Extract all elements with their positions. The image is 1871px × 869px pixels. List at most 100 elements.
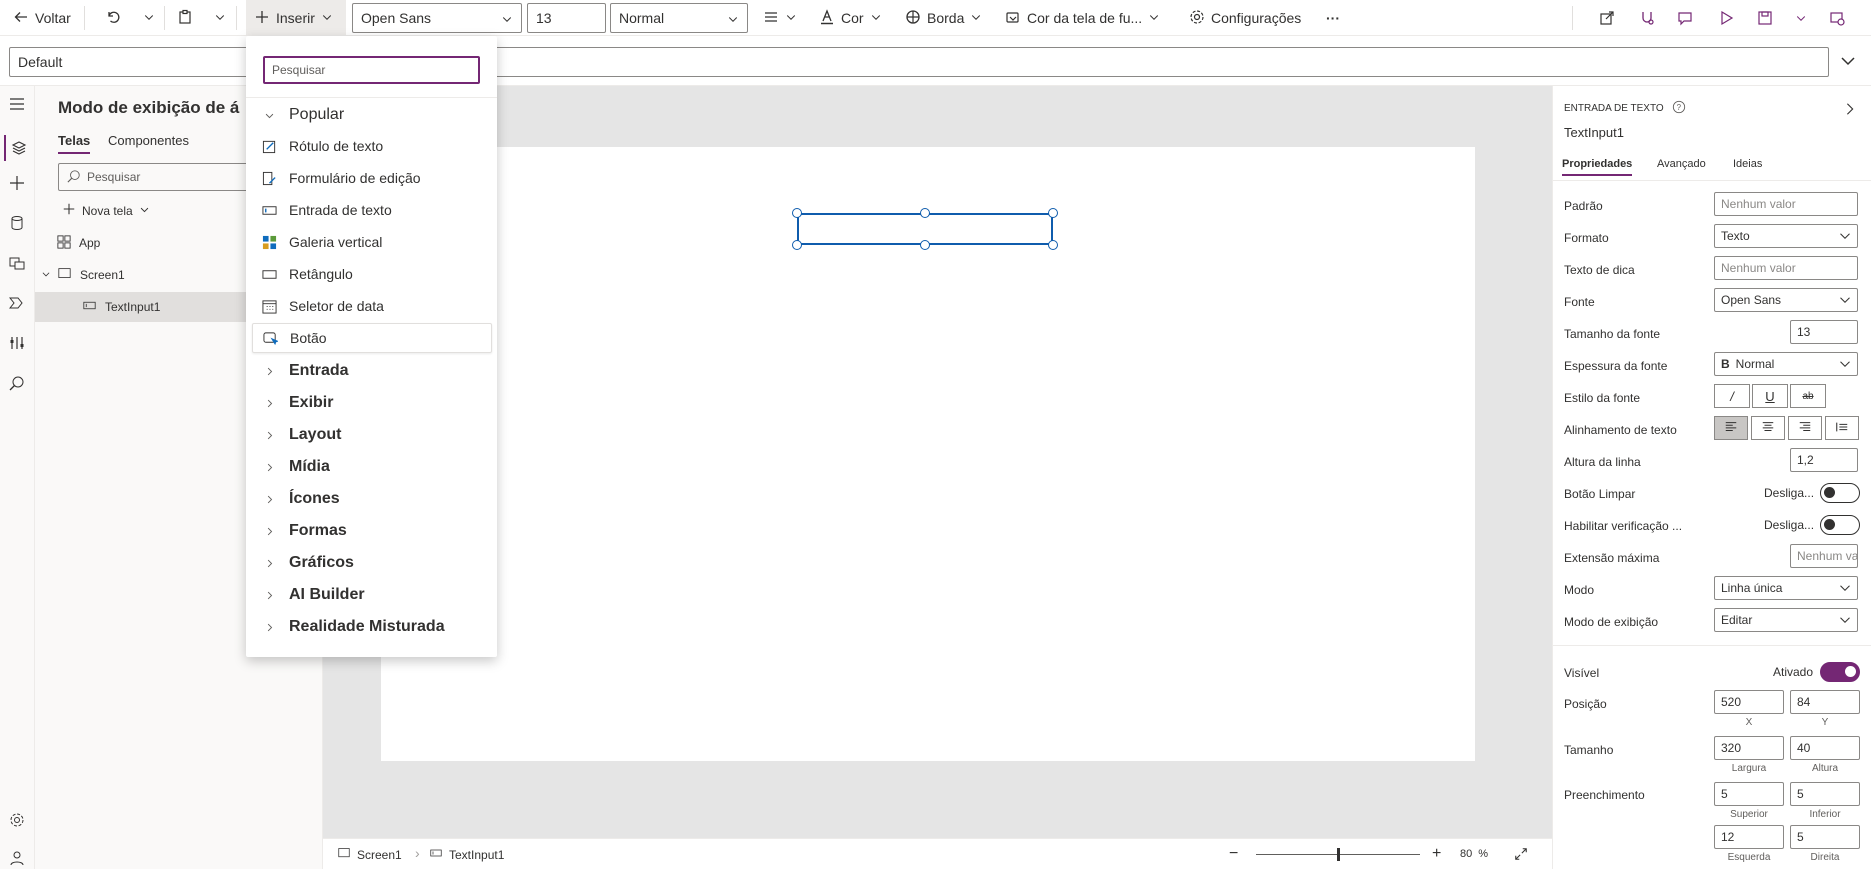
search-icon[interactable] [9,375,25,391]
width-input[interactable]: 320 [1714,736,1784,760]
resize-handle[interactable] [1048,240,1058,250]
tab-properties[interactable]: Propriedades [1562,158,1633,176]
category-icons[interactable]: Ícones [252,484,492,514]
format-select[interactable]: Texto [1714,224,1858,248]
insert-text-input[interactable]: Entrada de texto [252,195,492,225]
save-dropdown[interactable] [1795,0,1807,36]
font-weight-select[interactable]: Normal [610,3,748,33]
insert-text-label[interactable]: Rótulo de texto [252,131,492,161]
fit-to-window-icon[interactable] [1514,847,1528,864]
publish-icon[interactable] [1829,0,1845,36]
tab-components[interactable]: Componentes [108,133,189,148]
border-button[interactable]: Borda [905,0,982,36]
collapse-panel-icon[interactable] [1843,102,1857,119]
align-left-button[interactable] [1714,416,1748,440]
insert-rectangle[interactable]: Retângulo [252,259,492,289]
tree-view-icon[interactable] [4,135,30,161]
insert-icon[interactable] [9,175,25,191]
expand-formula-button[interactable] [1840,53,1856,72]
breadcrumb-control[interactable]: TextInput1 [429,847,504,862]
font-size-input[interactable]: 13 [527,3,606,33]
category-input[interactable]: Entrada [252,356,492,386]
paste-dropdown[interactable] [214,0,226,36]
play-icon[interactable] [1718,0,1734,36]
settings-button[interactable]: Configurações [1189,0,1301,36]
align-right-button[interactable] [1788,416,1822,440]
resize-handle[interactable] [792,208,802,218]
visible-toggle[interactable] [1820,662,1860,682]
power-automate-icon[interactable] [8,295,25,311]
padding-left-input[interactable]: 12 [1714,825,1784,849]
zoom-slider-thumb[interactable] [1337,848,1340,861]
insert-date-picker[interactable]: Seletor de data [252,291,492,321]
padding-top-input[interactable]: 5 [1714,782,1784,806]
padding-bottom-input[interactable]: 5 [1790,782,1860,806]
align-justify-button[interactable] [1825,416,1859,440]
hint-text-input[interactable]: Nenhum valor [1714,256,1858,280]
italic-button[interactable]: / [1714,384,1750,408]
line-height-input[interactable]: 1,2 [1790,448,1858,472]
hamburger-icon[interactable] [9,96,25,112]
data-icon[interactable] [9,215,25,231]
font-size-input[interactable]: 13 [1790,320,1858,344]
font-weight-select[interactable]: B Normal [1714,352,1858,376]
height-input[interactable]: 40 [1790,736,1860,760]
zoom-in-button[interactable]: + [1432,845,1441,863]
align-button[interactable] [763,0,797,36]
tab-screens[interactable]: Telas [58,133,91,154]
position-x-input[interactable]: 520 [1714,690,1784,714]
undo-dropdown[interactable] [143,0,155,36]
new-screen-button[interactable]: Nova tela [62,202,150,219]
resize-handle[interactable] [920,208,930,218]
comment-icon[interactable] [1677,0,1693,36]
category-display[interactable]: Exibir [252,388,492,418]
help-icon[interactable]: ? [1672,100,1686,117]
insert-edit-form[interactable]: Formulário de edição [252,163,492,193]
share-icon[interactable] [1599,0,1615,36]
category-popular[interactable]: Popular [252,100,492,130]
max-length-input[interactable]: Nenhum val [1790,544,1858,568]
insert-vertical-gallery[interactable]: Galeria vertical [252,227,492,257]
font-select[interactable]: Open Sans [352,3,522,33]
padding-right-input[interactable]: 5 [1790,825,1860,849]
align-center-button[interactable] [1751,416,1785,440]
resize-handle[interactable] [792,240,802,250]
category-charts[interactable]: Gráficos [252,548,492,578]
insert-button-control[interactable]: Botão [252,323,492,353]
breadcrumb-screen[interactable]: Screen1 [337,847,402,862]
spellcheck-toggle[interactable] [1820,515,1860,535]
strikethrough-button[interactable]: ab [1790,384,1826,408]
clear-button-toggle[interactable] [1820,483,1860,503]
insert-search-input[interactable]: Pesquisar [263,56,480,84]
resize-handle[interactable] [1048,208,1058,218]
fill-color-button[interactable]: Cor da tela de fu... [1005,0,1160,36]
mode-select[interactable]: Linha única [1714,576,1858,600]
media-icon[interactable] [9,255,25,271]
underline-button[interactable]: U [1752,384,1788,408]
paste-button[interactable] [177,0,193,36]
color-button[interactable]: Cor [819,0,882,36]
category-layout[interactable]: Layout [252,420,492,450]
account-icon[interactable] [9,850,25,866]
checker-icon[interactable] [1639,0,1655,36]
category-mixed-reality[interactable]: Realidade Misturada [252,612,492,642]
tab-advanced[interactable]: Avançado [1657,158,1706,170]
back-button[interactable]: Voltar [13,0,71,36]
insert-button[interactable]: Inserir [246,0,346,36]
tab-ideas[interactable]: Ideias [1733,158,1762,170]
variables-icon[interactable] [9,335,25,351]
resize-handle[interactable] [920,240,930,250]
category-media[interactable]: Mídia [252,452,492,482]
position-y-input[interactable]: 84 [1790,690,1860,714]
more-button[interactable]: ··· [1326,0,1340,36]
gear-icon[interactable] [9,812,25,828]
undo-button[interactable] [105,0,121,36]
font-select[interactable]: Open Sans [1714,288,1858,312]
clear-button-state: Desliga... [1764,486,1815,500]
display-mode-select[interactable]: Editar [1714,608,1858,632]
category-shapes[interactable]: Formas [252,516,492,546]
category-ai-builder[interactable]: AI Builder [252,580,492,610]
save-icon[interactable] [1757,0,1773,36]
zoom-out-button[interactable]: − [1229,845,1238,863]
default-input[interactable]: Nenhum valor [1714,192,1858,216]
